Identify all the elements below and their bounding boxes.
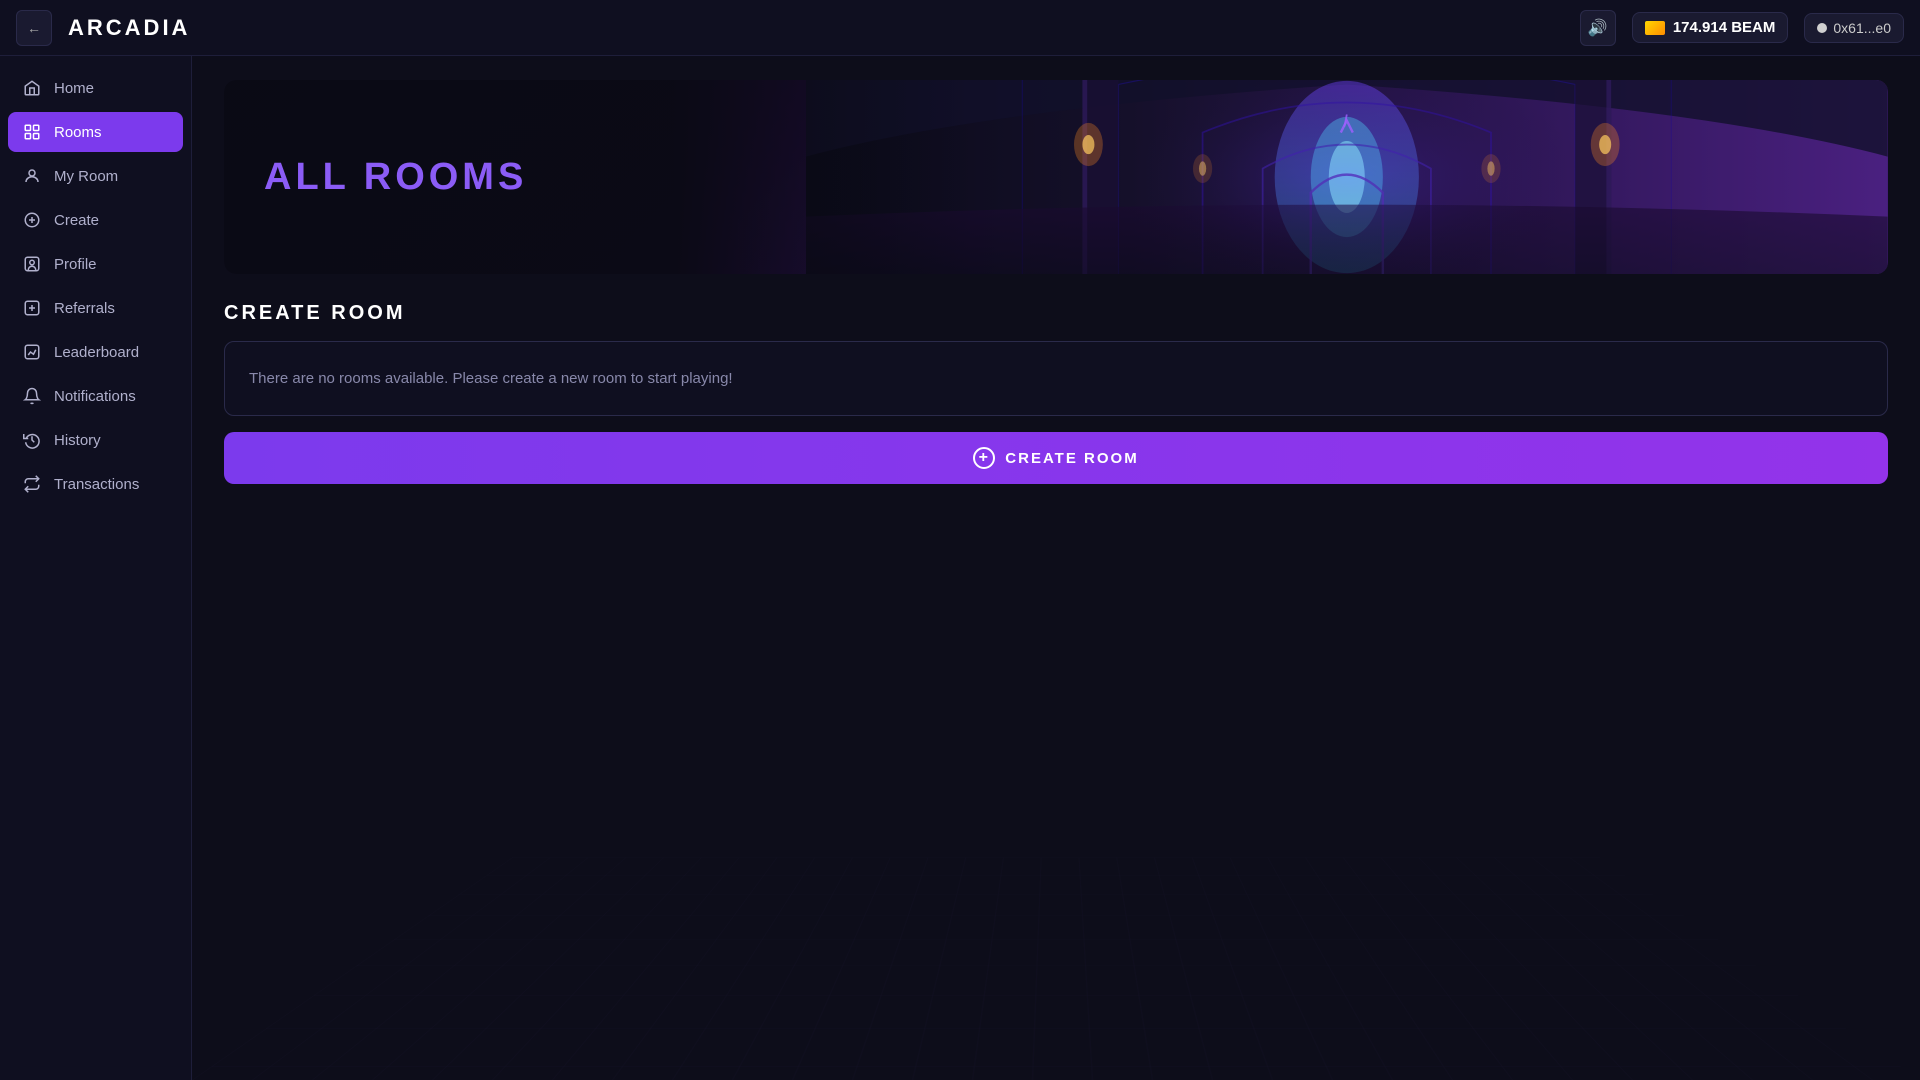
empty-state-message: There are no rooms available. Please cre… xyxy=(249,370,1863,387)
wallet-address-display: 0x61...e0 xyxy=(1804,13,1904,43)
sidebar-label-my-room: My Room xyxy=(54,168,118,185)
sidebar-item-profile[interactable]: Profile xyxy=(8,244,183,284)
beam-flag-icon xyxy=(1645,21,1665,35)
sidebar-label-leaderboard: Leaderboard xyxy=(54,344,139,361)
my-room-icon xyxy=(22,166,42,186)
sidebar-label-rooms: Rooms xyxy=(54,124,102,141)
balance-display: 174.914 BEAM xyxy=(1632,12,1789,43)
hero-banner: ALL ROOMS xyxy=(224,80,1888,274)
sidebar-item-notifications[interactable]: Notifications xyxy=(8,376,183,416)
wallet-dot-icon xyxy=(1817,23,1827,33)
plus-circle-icon: + xyxy=(973,447,995,469)
collapse-icon: ← xyxy=(27,20,41,36)
sidebar-item-leaderboard[interactable]: Leaderboard xyxy=(8,332,183,372)
sidebar-label-notifications: Notifications xyxy=(54,388,136,405)
hero-title: ALL ROOMS xyxy=(264,156,527,199)
sidebar-label-create: Create xyxy=(54,212,99,229)
rooms-icon xyxy=(22,122,42,142)
transactions-icon xyxy=(22,474,42,494)
home-icon xyxy=(22,78,42,98)
main-content: ALL ROOMS CREATE ROOM There are no rooms… xyxy=(192,56,1920,1080)
sidebar-label-history: History xyxy=(54,432,101,449)
sidebar-item-rooms[interactable]: Rooms xyxy=(8,112,183,152)
wallet-address-text: 0x61...e0 xyxy=(1833,20,1891,36)
leaderboard-icon xyxy=(22,342,42,362)
header-right: 🔊 174.914 BEAM 0x61...e0 xyxy=(1580,10,1904,46)
sidebar-label-transactions: Transactions xyxy=(54,476,139,493)
notifications-icon xyxy=(22,386,42,406)
balance-amount: 174.914 BEAM xyxy=(1673,19,1776,36)
sidebar-label-home: Home xyxy=(54,80,94,97)
sidebar-item-transactions[interactable]: Transactions xyxy=(8,464,183,504)
history-icon xyxy=(22,430,42,450)
sidebar-item-home[interactable]: Home xyxy=(8,68,183,108)
sidebar-item-create[interactable]: Create xyxy=(8,200,183,240)
section-title: CREATE ROOM xyxy=(224,302,1888,325)
empty-state-box: There are no rooms available. Please cre… xyxy=(224,341,1888,416)
profile-icon xyxy=(22,254,42,274)
app-logo: ARCADIA xyxy=(68,15,190,41)
sidebar-item-history[interactable]: History xyxy=(8,420,183,460)
sidebar-item-my-room[interactable]: My Room xyxy=(8,156,183,196)
create-room-button[interactable]: + CREATE ROOM xyxy=(224,432,1888,484)
create-icon xyxy=(22,210,42,230)
layout: Home Rooms My Room xyxy=(0,56,1920,1080)
referrals-icon xyxy=(22,298,42,318)
volume-icon: 🔊 xyxy=(1588,18,1608,38)
sidebar-collapse-button[interactable]: ← xyxy=(16,10,52,46)
sidebar-label-referrals: Referrals xyxy=(54,300,115,317)
header: ← ARCADIA 🔊 174.914 BEAM 0x61...e0 xyxy=(0,0,1920,56)
volume-button[interactable]: 🔊 xyxy=(1580,10,1616,46)
sidebar-label-profile: Profile xyxy=(54,256,97,273)
sidebar-item-referrals[interactable]: Referrals xyxy=(8,288,183,328)
create-room-section: CREATE ROOM There are no rooms available… xyxy=(224,302,1888,484)
create-room-button-label: CREATE ROOM xyxy=(1005,450,1138,467)
sidebar: Home Rooms My Room xyxy=(0,56,192,1080)
hero-banner-text: ALL ROOMS xyxy=(224,80,973,274)
